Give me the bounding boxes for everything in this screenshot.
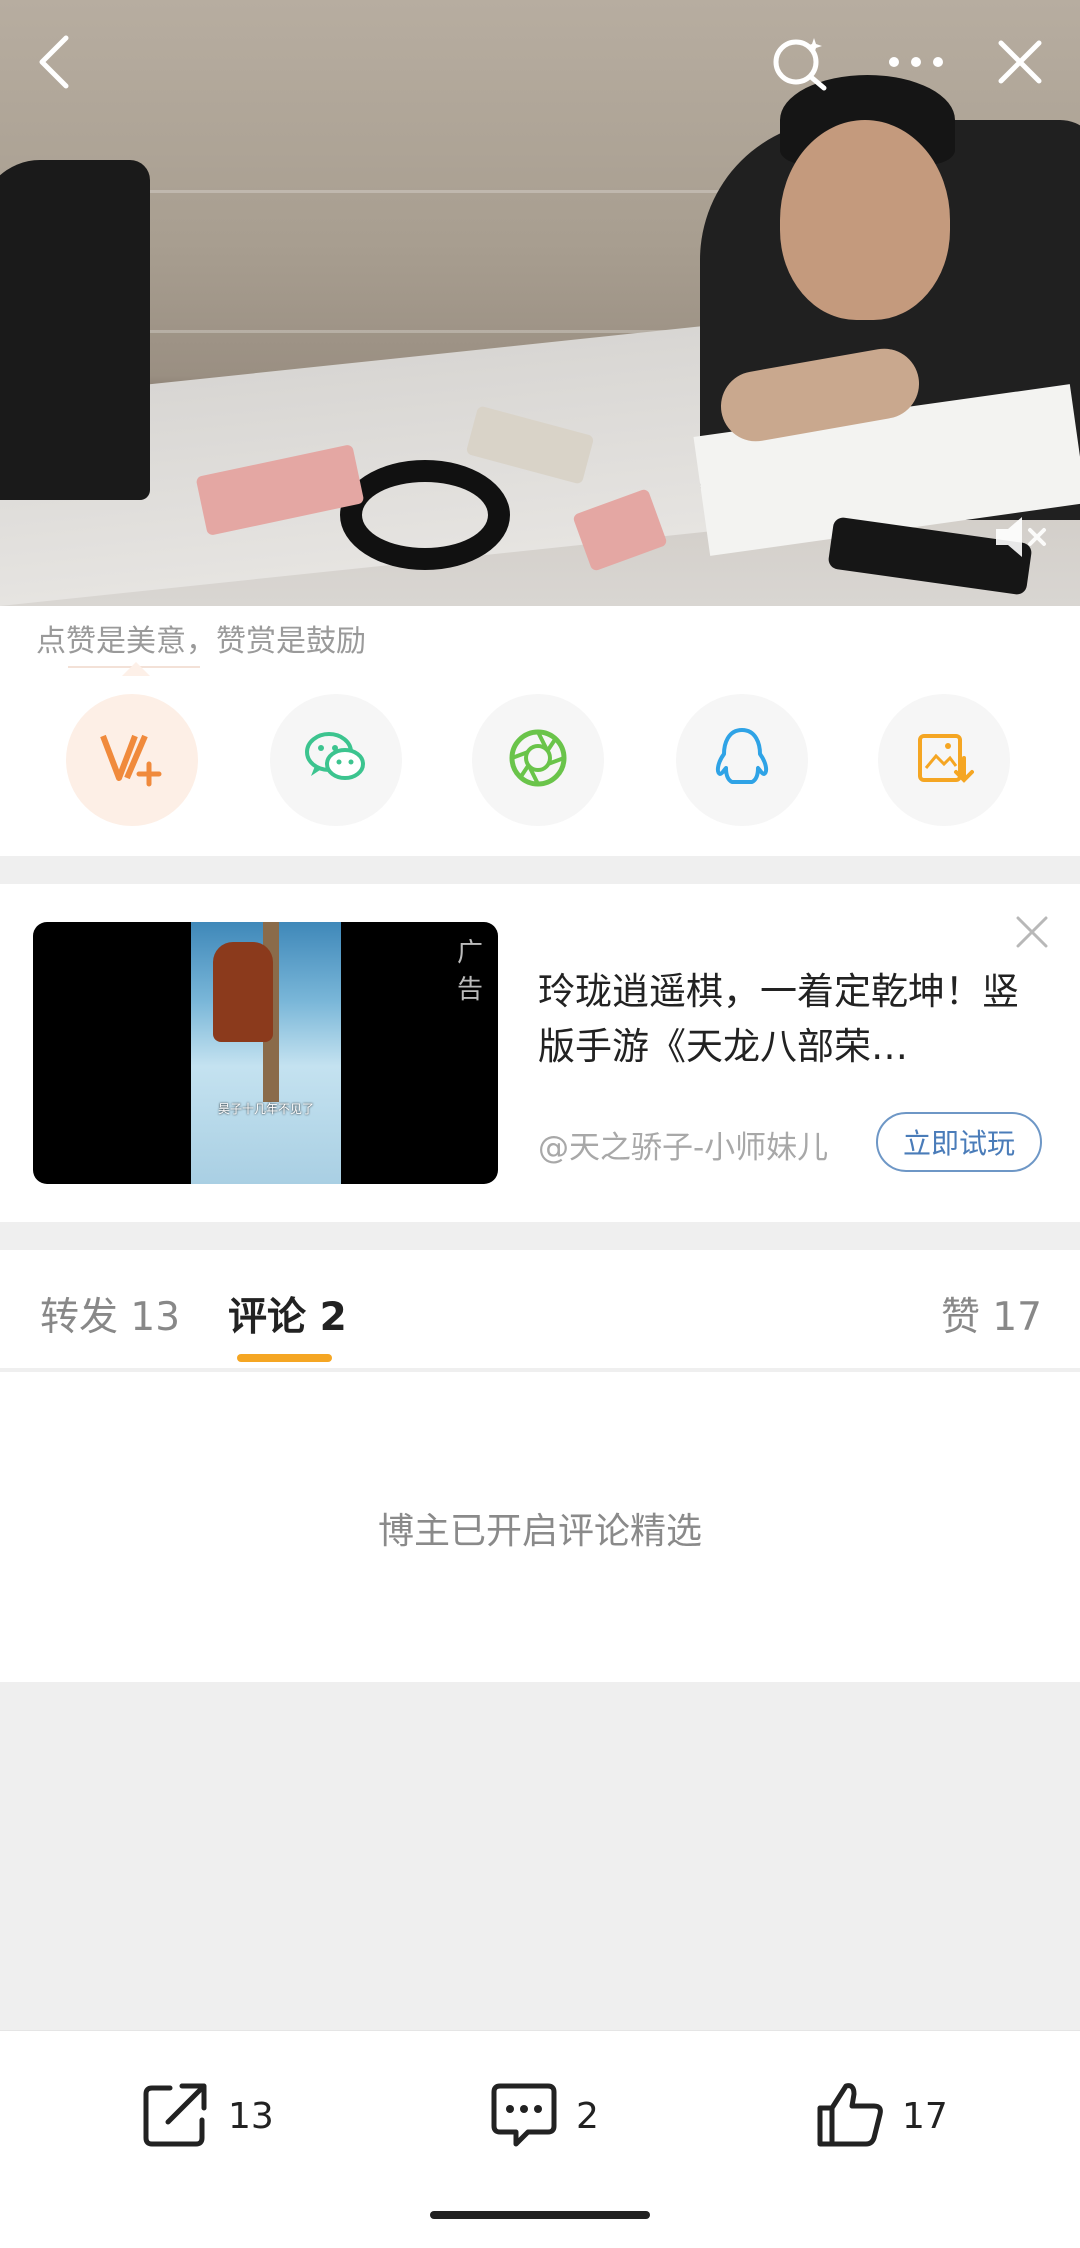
repost-button[interactable]: 13	[140, 2071, 274, 2161]
thumbs-up-icon	[814, 2078, 886, 2154]
comment-button[interactable]: 2	[488, 2071, 599, 2161]
ad-card[interactable]: 昊子十几年不见了 广告 玲珑逍遥棋，一着定乾坤！竖版手游《天龙八部荣… @天之骄…	[0, 884, 1080, 1222]
more-icon[interactable]	[884, 30, 948, 94]
ad-try-now-button[interactable]: 立即试玩	[876, 1112, 1042, 1172]
bottom-action-bar: 13 2 17	[0, 2030, 1080, 2248]
person-left	[0, 160, 150, 500]
ad-author[interactable]: @天之骄子-小师妹儿	[538, 1122, 828, 1167]
share-qq-button[interactable]	[676, 694, 808, 826]
back-icon[interactable]	[22, 30, 86, 94]
reward-hint: 点赞是美意，赞赏是鼓励	[36, 624, 366, 659]
qq-icon	[712, 726, 772, 794]
search-sparkle-icon[interactable]	[768, 30, 832, 94]
ad-title[interactable]: 玲珑逍遥棋，一着定乾坤！竖版手游《天龙八部荣…	[538, 964, 1038, 1074]
v-plus-reward-icon	[97, 728, 167, 792]
repost-count: 13	[228, 2095, 274, 2137]
comment-icon	[488, 2078, 560, 2154]
ad-close-icon[interactable]	[1014, 914, 1050, 950]
reward-caret	[122, 662, 150, 676]
save-image-button[interactable]	[878, 694, 1010, 826]
save-image-icon	[914, 728, 974, 792]
tab-repost[interactable]: 转发 13	[40, 1286, 180, 1342]
reward-button[interactable]	[66, 694, 198, 826]
moments-icon	[506, 726, 570, 794]
reward-share-panel: 点赞是美意，赞赏是鼓励	[0, 606, 1080, 856]
feedback-tabs: 转发 13 评论 2 赞 17	[0, 1250, 1080, 1370]
share-wechat-button[interactable]	[270, 694, 402, 826]
ad-label: 广告	[457, 938, 484, 1005]
ad-video-subtitle: 昊子十几年不见了	[217, 1102, 314, 1116]
home-indicator	[430, 2211, 650, 2219]
comment-curation-notice: 博主已开启评论精选	[377, 1511, 702, 1552]
ad-video-thumbnail[interactable]: 昊子十几年不见了 广告	[33, 922, 498, 1184]
video-player[interactable]	[0, 0, 1080, 606]
ad-scene-rider	[213, 942, 273, 1042]
ad-game-scene: 昊子十几年不见了	[191, 922, 341, 1184]
belt	[340, 460, 510, 570]
mute-icon[interactable]	[992, 512, 1052, 562]
comment-notice-panel: 博主已开启评论精选	[0, 1372, 1080, 1682]
tab-comment[interactable]: 评论 2	[228, 1286, 347, 1342]
tab-like[interactable]: 赞 17	[941, 1286, 1042, 1342]
person-head	[780, 120, 950, 320]
active-tab-indicator	[237, 1354, 332, 1362]
share-moments-button[interactable]	[472, 694, 604, 826]
repost-icon	[140, 2078, 212, 2154]
like-button[interactable]: 17	[814, 2071, 948, 2161]
wechat-icon	[301, 728, 371, 792]
like-count: 17	[902, 2095, 948, 2137]
close-icon[interactable]	[988, 30, 1052, 94]
comment-count: 2	[576, 2095, 599, 2137]
